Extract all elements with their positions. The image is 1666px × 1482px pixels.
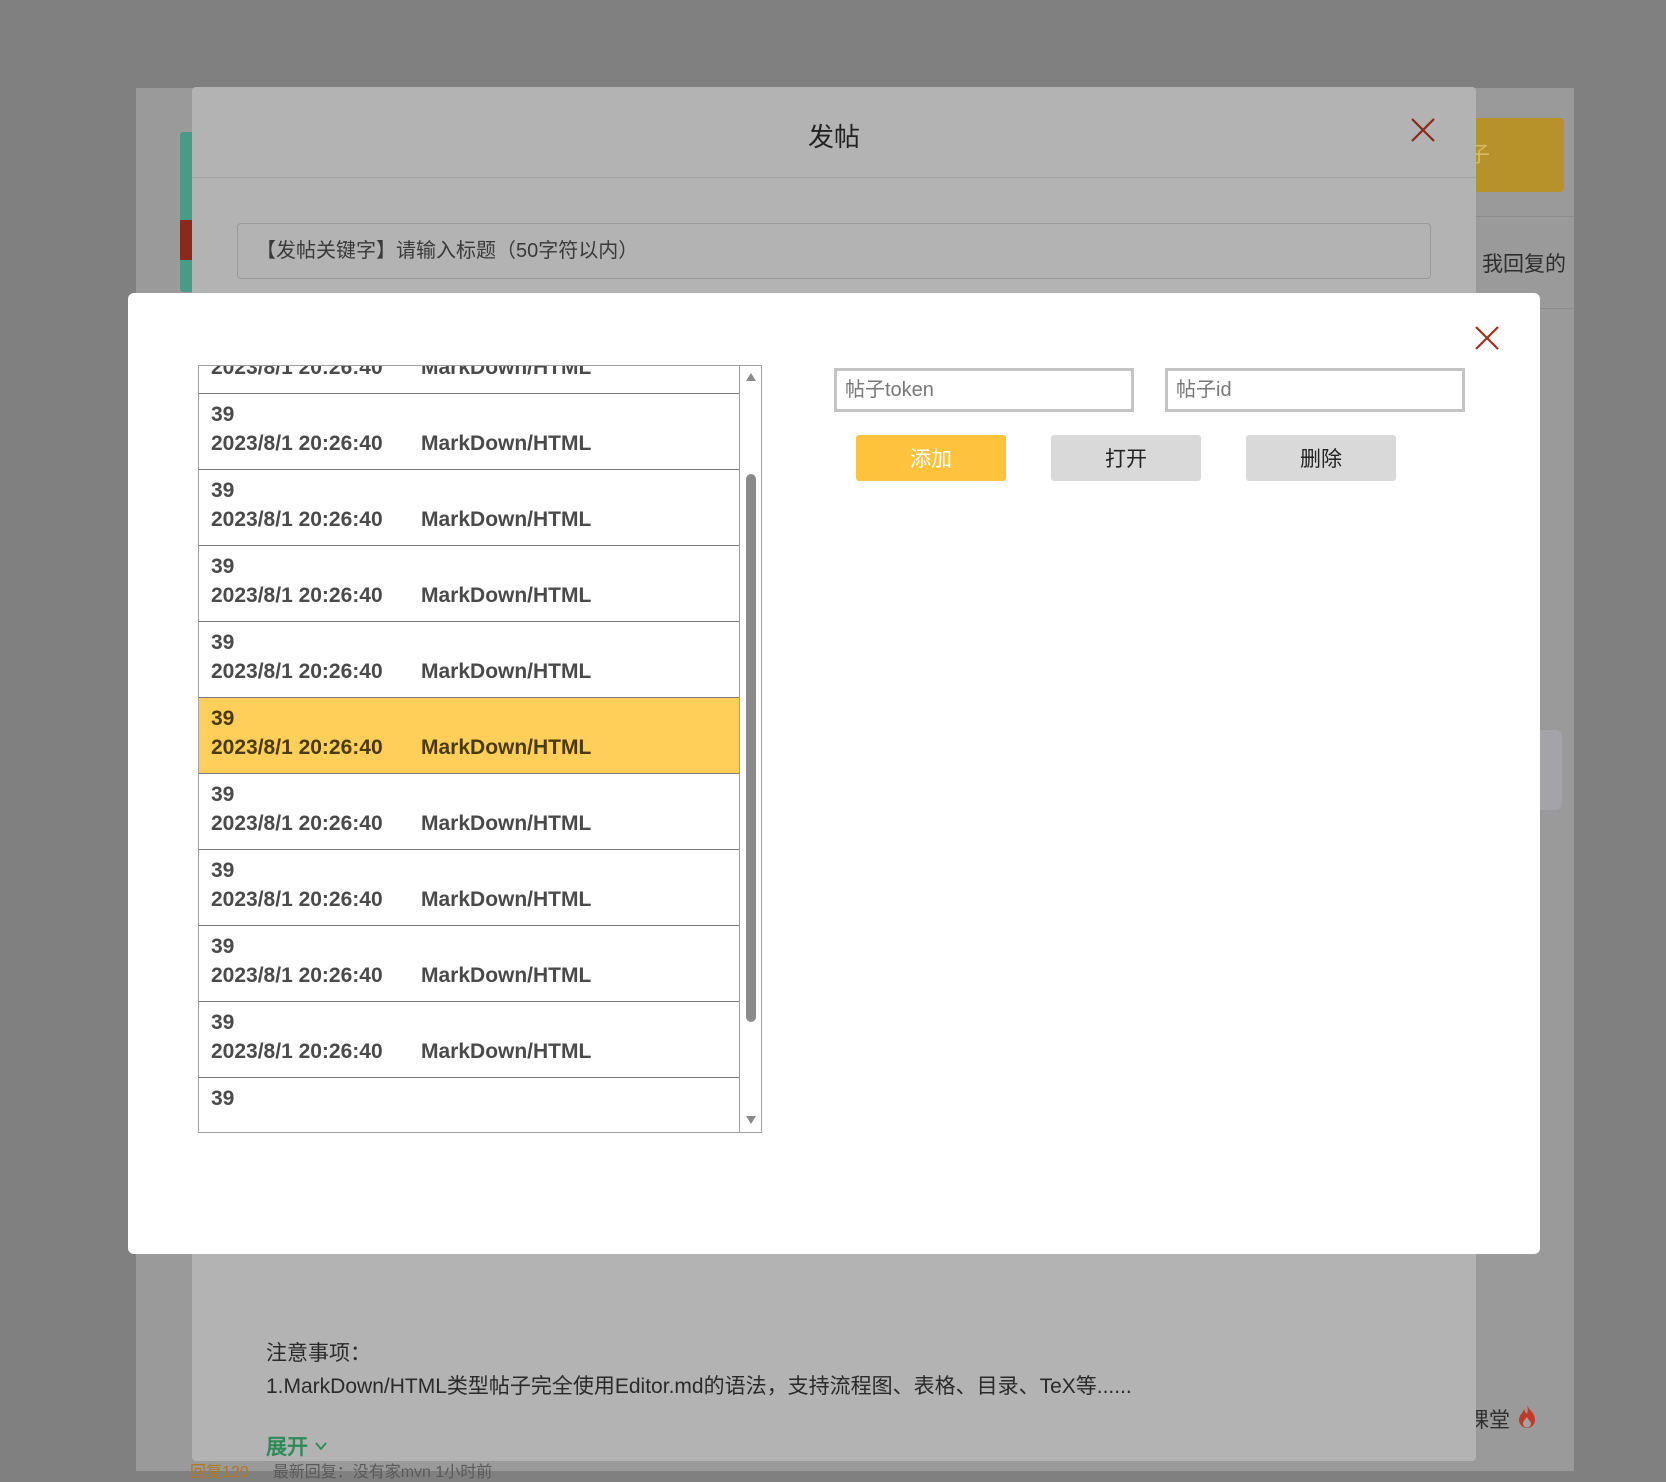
add-button[interactable]: 添加 xyxy=(856,435,1006,481)
post-meta: 2023/8/1 20:26:40 MarkDown/HTML xyxy=(211,429,739,458)
background-post-meta: 回复120 最新回复：没有家mvn 1小时前 xyxy=(190,1458,492,1482)
post-id-text: 39 xyxy=(211,783,235,806)
post-meta: 2023/8/1 20:26:40 MarkDown/HTML xyxy=(211,733,739,762)
scroll-thumb[interactable] xyxy=(746,474,756,1022)
close-icon[interactable] xyxy=(1472,323,1502,353)
background-latest-reply: 最新回复：没有家mvn 1小时前 xyxy=(272,1464,493,1481)
post-meta: 2023/8/1 20:26:40 MarkDown/HTML xyxy=(211,961,739,990)
post-date-text: 2023/8/1 20:26:40 xyxy=(211,736,383,759)
background-reply-tab: 我回复的 xyxy=(1482,253,1566,276)
post-meta: 2023/8/1 20:26:40 MarkDown/HTML xyxy=(211,581,739,610)
scroll-down-icon[interactable] xyxy=(745,1114,757,1126)
post-date-text: 2023/8/1 20:26:40 xyxy=(211,584,383,607)
post-meta: 2023/8/1 20:26:40 MarkDown/HTML xyxy=(211,1037,739,1066)
scrollbar[interactable] xyxy=(739,366,761,1132)
scroll-up-icon[interactable] xyxy=(745,371,757,383)
post-id-text: 39 xyxy=(211,403,235,426)
post-id-text: 39 xyxy=(211,859,235,882)
post-token-input[interactable] xyxy=(834,368,1134,412)
list-item[interactable]: 39 2023/8/1 20:26:40 MarkDown/HTML xyxy=(199,1002,739,1078)
token-list-items: 39 2023/8/1 20:26:40 MarkDown/HTML 39 2023/8… xyxy=(199,366,739,1132)
post-type-text: MarkDown/HTML xyxy=(421,660,592,683)
post-id-text: 39 xyxy=(211,707,235,730)
close-icon[interactable] xyxy=(1408,115,1438,145)
delete-button[interactable]: 删除 xyxy=(1246,435,1396,481)
post-date-text: 2023/8/1 20:26:40 xyxy=(211,812,383,835)
post-date-text: 2023/8/1 20:26:40 xyxy=(211,508,383,531)
post-type-text: MarkDown/HTML xyxy=(421,888,592,911)
list-item[interactable]: 39 2023/8/1 20:26:40 MarkDown/HTML xyxy=(199,926,739,1002)
list-item[interactable]: 39 xyxy=(199,1078,739,1132)
post-type-text: MarkDown/HTML xyxy=(421,1040,592,1063)
post-date-text: 2023/8/1 20:26:40 xyxy=(211,432,383,455)
post-meta: 2023/8/1 20:26:40 MarkDown/HTML xyxy=(211,657,739,686)
post-title-input[interactable] xyxy=(237,223,1431,279)
list-item[interactable]: 39 2023/8/1 20:26:40 MarkDown/HTML xyxy=(199,698,739,774)
post-meta: 2023/8/1 20:26:40 MarkDown/HTML xyxy=(211,505,739,534)
background-reply-count: 回复120 xyxy=(190,1464,249,1481)
list-item[interactable]: 39 2023/8/1 20:26:40 MarkDown/HTML xyxy=(199,470,739,546)
list-item[interactable]: 39 2023/8/1 20:26:40 MarkDown/HTML xyxy=(199,774,739,850)
post-date-text: 2023/8/1 20:26:40 xyxy=(211,1040,383,1063)
post-type-text: MarkDown/HTML xyxy=(421,366,592,379)
post-meta: 2023/8/1 20:26:40 MarkDown/HTML xyxy=(211,809,739,838)
open-button[interactable]: 打开 xyxy=(1051,435,1201,481)
post-type-text: MarkDown/HTML xyxy=(421,584,592,607)
post-type-text: MarkDown/HTML xyxy=(421,964,592,987)
post-date-text: 2023/8/1 20:26:40 xyxy=(211,888,383,911)
token-list-viewport: 39 2023/8/1 20:26:40 MarkDown/HTML 39 2023/8… xyxy=(199,366,739,1132)
post-id-input[interactable] xyxy=(1165,368,1465,412)
token-manager-modal: 39 2023/8/1 20:26:40 MarkDown/HTML 39 2023/8… xyxy=(128,293,1540,1254)
post-type-text: MarkDown/HTML xyxy=(421,812,592,835)
post-date-text: 2023/8/1 20:26:40 xyxy=(211,366,383,379)
fire-icon xyxy=(1519,1405,1535,1428)
post-date-text: 2023/8/1 20:26:40 xyxy=(211,660,383,683)
chevron-down-icon xyxy=(315,1442,327,1451)
post-id-text: 39 xyxy=(211,935,235,958)
background-class-text: 课堂 xyxy=(1470,1409,1510,1432)
post-id-text: 39 xyxy=(211,1011,235,1034)
post-meta: 2023/8/1 20:26:40 MarkDown/HTML xyxy=(211,366,739,382)
list-item[interactable]: 392023/8/1 20:26:40MarkDown/HTML xyxy=(199,366,739,394)
post-dialog-title: 发帖 xyxy=(807,122,860,152)
expand-link[interactable]: 展开 xyxy=(266,1431,328,1461)
post-type-text: MarkDown/HTML xyxy=(421,736,592,759)
background-divider xyxy=(1474,216,1574,217)
expand-label: 展开 xyxy=(266,1436,308,1459)
list-item[interactable]: 39 2023/8/1 20:26:40 MarkDown/HTML xyxy=(199,546,739,622)
post-id-text: 39 xyxy=(211,555,235,578)
token-list[interactable]: 39 2023/8/1 20:26:40 MarkDown/HTML 39 2023/8… xyxy=(198,365,762,1133)
list-item[interactable]: 39 2023/8/1 20:26:40 MarkDown/HTML xyxy=(199,622,739,698)
list-item[interactable]: 39 2023/8/1 20:26:40 MarkDown/HTML xyxy=(199,850,739,926)
post-id-text: 39 xyxy=(211,1087,235,1110)
post-type-text: MarkDown/HTML xyxy=(421,432,592,455)
notice-label: 注意事项： xyxy=(266,1342,371,1365)
post-id-text: 39 xyxy=(211,631,235,654)
post-date-text: 2023/8/1 20:26:40 xyxy=(211,964,383,987)
list-item[interactable]: 39 2023/8/1 20:26:40 MarkDown/HTML xyxy=(199,394,739,470)
post-meta: 2023/8/1 20:26:40 MarkDown/HTML xyxy=(211,885,739,914)
post-type-text: MarkDown/HTML xyxy=(421,508,592,531)
notice-text: 1.MarkDown/HTML类型帖子完全使用Editor.md的语法，支持流程… xyxy=(266,1375,1132,1398)
post-id-text: 39 xyxy=(211,479,235,502)
post-dialog-header: 发帖 xyxy=(192,87,1476,178)
